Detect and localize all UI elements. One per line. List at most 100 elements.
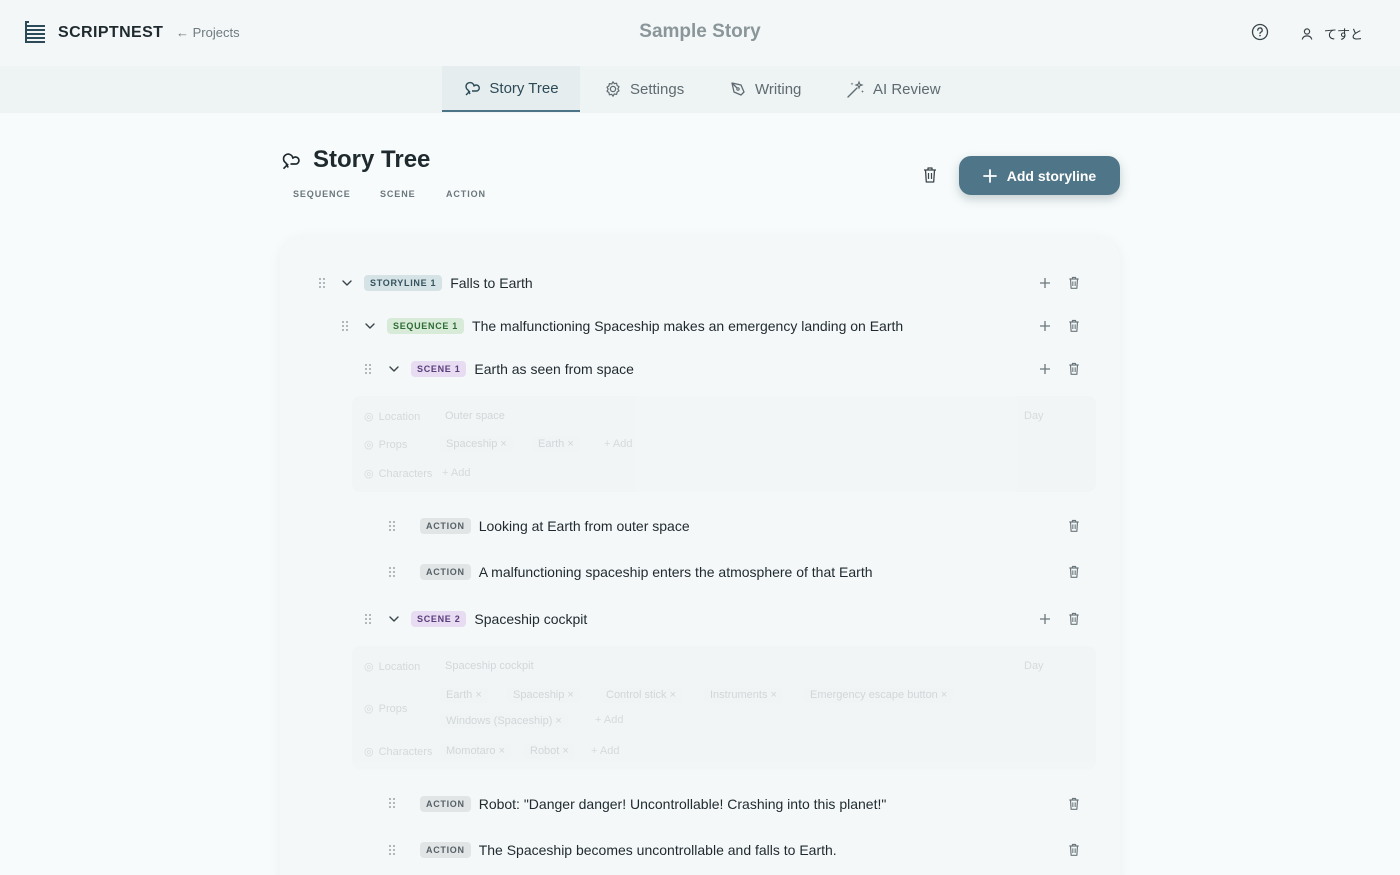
prop-chip[interactable]: Earth × <box>532 436 580 452</box>
prop-chip[interactable]: Windows (Spaceship) × <box>440 713 568 729</box>
story-title: Sample Story <box>639 21 761 42</box>
add-character-button[interactable]: + Add <box>442 467 470 479</box>
legend-sequence[interactable]: SEQUENCE <box>293 189 351 199</box>
location-value[interactable]: Outer space <box>445 410 505 422</box>
tree-icon <box>465 81 481 96</box>
tab-bar: Story Tree Settings Writing AI Review <box>0 66 1400 113</box>
top-bar: SCRIPTNEST ← Projects Sample Story てすと <box>0 0 1400 66</box>
chevron-down-icon[interactable] <box>388 364 400 374</box>
action-text[interactable]: Robot: "Danger danger! Uncontrollable! C… <box>479 796 887 812</box>
prop-chip[interactable]: Spaceship × <box>507 687 580 703</box>
tab-ai-review[interactable]: AI Review <box>846 66 941 112</box>
scene-badge: SCENE 1 <box>411 361 467 377</box>
scene-title[interactable]: Earth as seen from space <box>474 361 634 377</box>
trash-icon[interactable] <box>1067 842 1081 857</box>
add-storyline-button[interactable]: Add storyline <box>959 156 1120 195</box>
location-label: ◎ Location <box>364 410 421 424</box>
sequence-title[interactable]: The malfunctioning Spaceship makes an em… <box>472 318 903 334</box>
help-icon[interactable] <box>1251 23 1269 46</box>
props-label: ◎ Props <box>364 438 408 452</box>
pen-icon <box>731 82 745 96</box>
pin-icon: ◎ <box>364 661 374 673</box>
drag-handle-icon[interactable] <box>341 320 349 332</box>
scene-row[interactable]: SCENE 2 Spaceship cockpit <box>411 607 587 631</box>
trash-icon[interactable] <box>1067 275 1081 290</box>
box-icon: ◎ <box>364 703 374 715</box>
pin-icon: ◎ <box>364 411 374 423</box>
action-text[interactable]: A malfunctioning spaceship enters the at… <box>479 564 873 580</box>
chevron-down-icon[interactable] <box>364 321 376 331</box>
storyline-title[interactable]: Falls to Earth <box>450 275 532 291</box>
people-icon: ◎ <box>364 468 374 480</box>
prop-chip[interactable]: Emergency escape button × <box>804 687 954 703</box>
action-text[interactable]: The Spaceship becomes uncontrollable and… <box>479 842 837 858</box>
drag-handle-icon[interactable] <box>388 520 396 532</box>
action-row[interactable]: ACTION Robot: "Danger danger! Uncontroll… <box>420 792 886 816</box>
prop-chip[interactable]: Control stick × <box>600 687 682 703</box>
page-title: Story Tree <box>313 146 431 173</box>
trash-icon[interactable] <box>1067 564 1081 579</box>
user-menu[interactable]: てすと <box>1300 24 1363 43</box>
sparkle-icon <box>847 79 864 98</box>
tab-settings[interactable]: Settings <box>604 66 684 112</box>
drag-handle-icon[interactable] <box>318 277 326 289</box>
trash-icon[interactable] <box>1067 318 1081 333</box>
prop-chip[interactable]: Spaceship × <box>440 436 513 452</box>
add-child-button[interactable] <box>1039 613 1051 625</box>
action-row[interactable]: ACTION The Spaceship becomes uncontrolla… <box>420 838 837 862</box>
tree-icon <box>282 152 300 169</box>
characters-label: ◎ Characters <box>364 467 433 481</box>
character-chip[interactable]: Robot × <box>524 743 575 759</box>
time-of-day[interactable]: Day <box>1024 410 1044 422</box>
time-of-day[interactable]: Day <box>1024 660 1044 672</box>
location-value[interactable]: Spaceship cockpit <box>445 660 534 672</box>
tab-writing[interactable]: Writing <box>729 66 801 112</box>
action-text[interactable]: Looking at Earth from outer space <box>479 518 690 534</box>
add-prop-button[interactable]: + Add <box>595 714 623 726</box>
props-label: ◎ Props <box>364 702 408 716</box>
add-child-button[interactable] <box>1039 320 1051 332</box>
plus-icon <box>982 168 997 183</box>
scene-badge: SCENE 2 <box>411 611 467 627</box>
add-character-button[interactable]: + Add <box>591 745 619 757</box>
page-heading: Story Tree <box>280 146 430 174</box>
people-icon: ◎ <box>364 746 374 758</box>
storyline-row[interactable]: STORYLINE 1 Falls to Earth <box>364 271 533 295</box>
delete-all-button[interactable] <box>921 165 939 189</box>
add-prop-button[interactable]: + Add <box>604 438 632 450</box>
add-child-button[interactable] <box>1039 277 1051 289</box>
add-child-button[interactable] <box>1039 363 1051 375</box>
prop-chip[interactable]: Instruments × <box>704 687 783 703</box>
trash-icon[interactable] <box>1067 518 1081 533</box>
drag-handle-icon[interactable] <box>364 613 372 625</box>
action-badge: ACTION <box>420 518 471 534</box>
gear-icon <box>606 81 620 97</box>
legend-scene[interactable]: SCENE <box>380 189 416 199</box>
action-row[interactable]: ACTION A malfunctioning spaceship enters… <box>420 560 873 584</box>
trash-icon[interactable] <box>1067 796 1081 811</box>
scene-detail-panel: ◎ Location Outer space Day ◎ Props Spacesh… <box>352 396 1096 492</box>
trash-icon[interactable] <box>1067 611 1081 626</box>
scene-row[interactable]: SCENE 1 Earth as seen from space <box>411 357 634 381</box>
drag-handle-icon[interactable] <box>388 797 396 809</box>
scene-title[interactable]: Spaceship cockpit <box>474 611 587 627</box>
user-name: てすと <box>1324 27 1364 42</box>
storyline-badge: STORYLINE 1 <box>364 275 443 291</box>
box-icon: ◎ <box>364 439 374 451</box>
sequence-row[interactable]: SEQUENCE 1 The malfunctioning Spaceship … <box>387 314 903 338</box>
drag-handle-icon[interactable] <box>364 363 372 375</box>
drag-handle-icon[interactable] <box>388 566 396 578</box>
trash-icon[interactable] <box>1067 361 1081 376</box>
character-chip[interactable]: Momotaro × <box>440 743 511 759</box>
characters-label: ◎ Characters <box>364 745 433 759</box>
legend-action[interactable]: ACTION <box>446 189 486 199</box>
action-row[interactable]: ACTION Looking at Earth from outer space <box>420 514 690 538</box>
prop-chip[interactable]: Earth × <box>440 687 488 703</box>
user-icon <box>1301 27 1313 40</box>
drag-handle-icon[interactable] <box>388 844 396 856</box>
action-badge: ACTION <box>420 796 471 812</box>
trash-icon <box>924 167 936 183</box>
chevron-down-icon[interactable] <box>341 278 353 288</box>
tab-story-tree[interactable]: Story Tree <box>442 66 580 112</box>
chevron-down-icon[interactable] <box>388 614 400 624</box>
